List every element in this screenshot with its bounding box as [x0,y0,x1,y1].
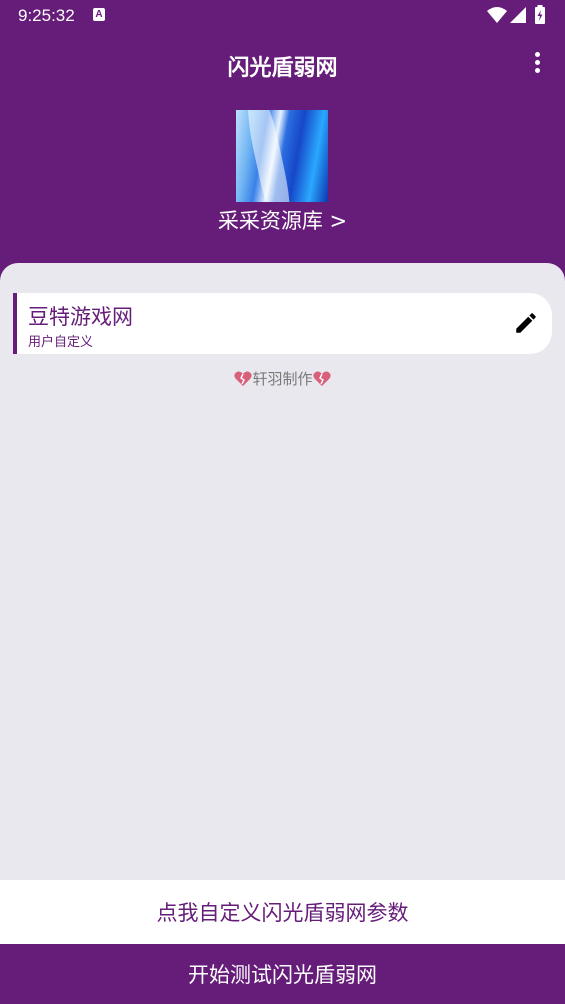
battery-icon [535,5,545,24]
credit-line: 轩羽制作 [0,368,565,389]
content-panel: 豆特游戏网 用户自定义 轩羽制作 [0,263,565,883]
notification-a-icon: A [93,8,105,21]
signal-icon [510,7,526,23]
wifi-icon [487,7,507,23]
resource-logo-image[interactable] [236,110,328,202]
status-time: 9:25:32 [18,6,75,25]
resource-library-link[interactable]: 采采资源库 > [0,205,565,235]
status-bar: 9:25:32 A [0,0,565,32]
broken-heart-icon [312,371,331,386]
site-card[interactable]: 豆特游戏网 用户自定义 [13,293,552,354]
site-name: 豆特游戏网 [28,305,133,329]
more-vert-icon[interactable] [527,52,547,78]
customize-params-button[interactable]: 点我自定义闪光盾弱网参数 [0,880,565,944]
header: 9:25:32 A 闪光盾弱网 采采资源库 > [0,0,565,290]
app-title: 闪光盾弱网 [227,56,338,81]
start-test-button[interactable]: 开始测试闪光盾弱网 [0,944,565,1004]
pencil-icon[interactable] [513,310,539,336]
broken-heart-icon [234,371,253,386]
card-accent-bar [13,293,17,354]
site-subtitle: 用户自定义 [28,335,94,350]
credit-text: 轩羽制作 [252,370,313,388]
notification-letter: A [95,9,103,20]
